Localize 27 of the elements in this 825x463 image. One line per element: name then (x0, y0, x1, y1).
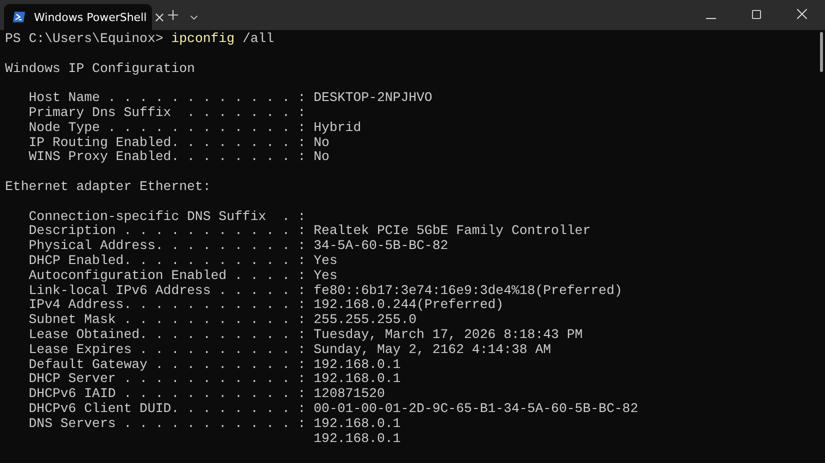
output-line: DHCPv6 Client DUID. . . . . . . . : 00-01-00-01-2D-9C-65-B1-34-5A-60-5B-BC-82 (28, 400, 638, 416)
output-line: 192.168.0.1 (312, 430, 401, 446)
output-line: DHCP Enabled. . . . . . . . . . . : Yes (28, 252, 338, 268)
output-line: Windows IP Configuration (5, 60, 195, 76)
tab-title: Windows PowerShell (34, 10, 147, 24)
output-line: Primary Dns Suffix . . . . . . . : (28, 104, 306, 120)
output-line: Ethernet adapter Ethernet: (5, 178, 211, 194)
command-argument: /all (242, 31, 274, 46)
output-line: Host Name . . . . . . . . . . . . : DESKTOP-2NPJHVO (28, 90, 432, 106)
prompt-text: PS C:\Users\Equinox> (5, 31, 164, 46)
output-line: Link-local IPv6 Address . . . . . : fe80::6b17:3e74:16e9:3de4%18(Preferred) (28, 282, 622, 298)
output-line: Physical Address. . . . . . . . . : 34-5A-60-5B-BC-82 (28, 238, 448, 254)
command-text: ipconfig (171, 31, 235, 46)
output-line: WINS Proxy Enabled. . . . . . . . : No (28, 149, 330, 164)
output-line: DHCP Server . . . . . . . . . . . : 192.168.0.1 (28, 371, 401, 386)
output-line: Lease Obtained. . . . . . . . . . : Tuesday, March 17, 2026 8:18:43 PM (28, 326, 583, 342)
output-line: IP Routing Enabled. . . . . . . . : No (28, 134, 330, 150)
output-line: Description . . . . . . . . . . . : Realtek PCIe 5GbE Family Controller (28, 223, 591, 238)
output-line: DHCPv6 IAID . . . . . . . . . . . : 120871520 (28, 386, 385, 402)
output-line: IPv4 Address. . . . . . . . . . . : 192.168.0.244(Preferred) (28, 297, 504, 312)
output-line: Node Type . . . . . . . . . . . . : Hybrid (28, 120, 362, 135)
output-line: Connection-specific DNS Suffix . : (28, 208, 306, 224)
output-line: Default Gateway . . . . . . . . . : 192.168.0.1 (28, 356, 401, 372)
output-line: Autoconfiguration Enabled . . . . : Yes (28, 268, 338, 283)
output-line: Subnet Mask . . . . . . . . . . . : 255.255.255.0 (28, 312, 417, 328)
output-line: DNS Servers . . . . . . . . . . . : 192.168.0.1 (28, 416, 401, 431)
output-line: Lease Expires . . . . . . . . . . : Sunday, May 2, 2162 4:14:38 AM (28, 342, 552, 357)
